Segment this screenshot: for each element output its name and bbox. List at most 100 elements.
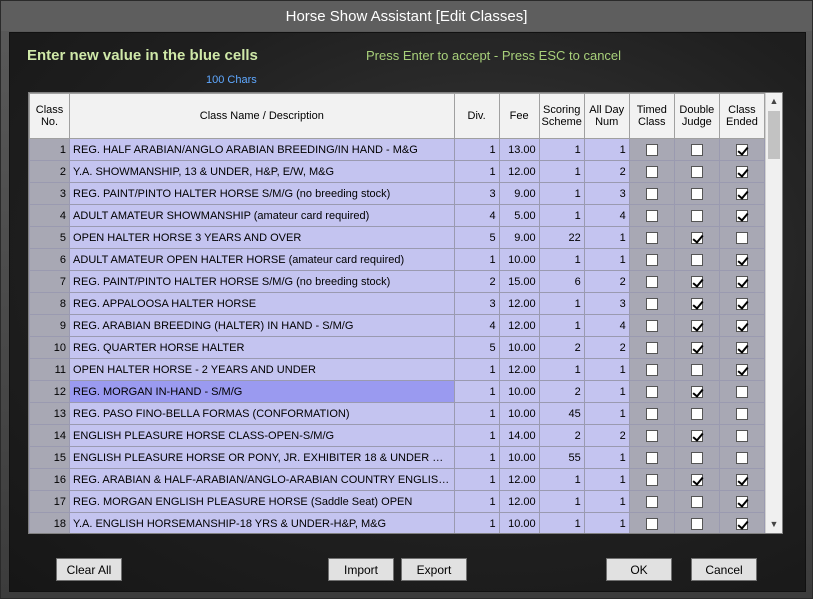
col-header-name[interactable]: Class Name / Description [69, 93, 455, 139]
fee-cell[interactable]: 10.00 [498, 402, 540, 425]
import-button[interactable]: Import [328, 558, 394, 581]
timed-checkbox[interactable] [645, 275, 658, 288]
timed-checkbox[interactable] [645, 231, 658, 244]
ended-checkbox[interactable] [735, 451, 748, 464]
all-day-cell[interactable]: 2 [583, 336, 630, 359]
chevron-down-icon[interactable]: ▼ [766, 516, 782, 533]
ended-checkbox[interactable] [735, 363, 748, 376]
double-checkbox[interactable] [690, 275, 703, 288]
class-name-cell[interactable]: ENGLISH PLEASURE HORSE CLASS-OPEN-S/M/G [69, 424, 455, 447]
class-name-cell[interactable]: REG. ARABIAN & HALF-ARABIAN/ANGLO-ARABIA… [69, 468, 455, 491]
class-name-cell[interactable]: ENGLISH PLEASURE HORSE OR PONY, JR. EXHI… [69, 446, 455, 469]
div-cell[interactable]: 2 [453, 270, 500, 293]
table-row[interactable]: 10 REG. QUARTER HORSE HALTER 5 10.00 2 2 [29, 336, 766, 359]
double-checkbox[interactable] [690, 517, 703, 530]
div-cell[interactable]: 3 [453, 182, 500, 205]
col-header-ended[interactable]: Class Ended [718, 93, 766, 139]
div-cell[interactable]: 1 [453, 468, 500, 491]
double-checkbox[interactable] [690, 187, 703, 200]
ended-checkbox[interactable] [735, 275, 748, 288]
fee-cell[interactable]: 12.00 [498, 160, 540, 183]
col-header-all-day[interactable]: All Day Num [583, 93, 630, 139]
timed-checkbox[interactable] [645, 385, 658, 398]
table-row[interactable]: 7 REG. PAINT/PINTO HALTER HORSE S/M/G (no… [29, 270, 766, 293]
fee-cell[interactable]: 13.00 [498, 138, 540, 161]
class-name-cell[interactable]: REG. APPALOOSA HALTER HORSE [69, 292, 455, 315]
ended-checkbox[interactable] [735, 319, 748, 332]
ended-checkbox[interactable] [735, 231, 748, 244]
table-row[interactable]: 15 ENGLISH PLEASURE HORSE OR PONY, JR. EX… [29, 446, 766, 469]
scoring-cell[interactable]: 1 [538, 512, 585, 533]
all-day-cell[interactable]: 2 [583, 270, 630, 293]
scoring-cell[interactable]: 1 [538, 204, 585, 227]
fee-cell[interactable]: 10.00 [498, 336, 540, 359]
table-row[interactable]: 14 ENGLISH PLEASURE HORSE CLASS-OPEN-S/M/… [29, 424, 766, 447]
class-name-cell[interactable]: REG. PAINT/PINTO HALTER HORSE S/M/G (no … [69, 270, 455, 293]
table-row[interactable]: 11 OPEN HALTER HORSE - 2 YEARS AND UNDER 1… [29, 358, 766, 381]
fee-cell[interactable]: 10.00 [498, 446, 540, 469]
table-row[interactable]: 4 ADULT AMATEUR SHOWMANSHIP (amateur card… [29, 204, 766, 227]
all-day-cell[interactable]: 1 [583, 226, 630, 249]
table-row[interactable]: 2 Y.A. SHOWMANSHIP, 13 & UNDER, H&P, E/W,… [29, 160, 766, 183]
fee-cell[interactable]: 12.00 [498, 490, 540, 513]
all-day-cell[interactable]: 2 [583, 160, 630, 183]
timed-checkbox[interactable] [645, 297, 658, 310]
scoring-cell[interactable]: 1 [538, 248, 585, 271]
all-day-cell[interactable]: 1 [583, 402, 630, 425]
all-day-cell[interactable]: 2 [583, 424, 630, 447]
scoring-cell[interactable]: 1 [538, 160, 585, 183]
scoring-cell[interactable]: 1 [538, 182, 585, 205]
class-name-cell[interactable]: ADULT AMATEUR OPEN HALTER HORSE (amateur… [69, 248, 455, 271]
cancel-button[interactable]: Cancel [691, 558, 757, 581]
timed-checkbox[interactable] [645, 429, 658, 442]
div-cell[interactable]: 1 [453, 358, 500, 381]
all-day-cell[interactable]: 3 [583, 292, 630, 315]
scoring-cell[interactable]: 45 [538, 402, 585, 425]
double-checkbox[interactable] [690, 495, 703, 508]
class-name-cell[interactable]: Y.A. ENGLISH HORSEMANSHIP-18 YRS & UNDER… [69, 512, 455, 533]
col-header-scoring[interactable]: Scoring Scheme [538, 93, 585, 139]
timed-checkbox[interactable] [645, 407, 658, 420]
col-header-timed[interactable]: Timed Class [628, 93, 675, 139]
ended-checkbox[interactable] [735, 165, 748, 178]
fee-cell[interactable]: 12.00 [498, 468, 540, 491]
double-checkbox[interactable] [690, 319, 703, 332]
fee-cell[interactable]: 12.00 [498, 358, 540, 381]
timed-checkbox[interactable] [645, 319, 658, 332]
double-checkbox[interactable] [690, 407, 703, 420]
clear-all-button[interactable]: Clear All [56, 558, 122, 581]
double-checkbox[interactable] [690, 165, 703, 178]
ended-checkbox[interactable] [735, 143, 748, 156]
col-header-class-no[interactable]: Class No. [29, 93, 71, 139]
scoring-cell[interactable]: 2 [538, 424, 585, 447]
ended-checkbox[interactable] [735, 253, 748, 266]
scoring-cell[interactable]: 22 [538, 226, 585, 249]
div-cell[interactable]: 1 [453, 446, 500, 469]
fee-cell[interactable]: 10.00 [498, 512, 540, 533]
fee-cell[interactable]: 12.00 [498, 292, 540, 315]
div-cell[interactable]: 4 [453, 204, 500, 227]
timed-checkbox[interactable] [645, 143, 658, 156]
all-day-cell[interactable]: 4 [583, 314, 630, 337]
all-day-cell[interactable]: 1 [583, 512, 630, 533]
double-checkbox[interactable] [690, 297, 703, 310]
timed-checkbox[interactable] [645, 187, 658, 200]
div-cell[interactable]: 1 [453, 424, 500, 447]
scoring-cell[interactable]: 1 [538, 314, 585, 337]
all-day-cell[interactable]: 1 [583, 490, 630, 513]
timed-checkbox[interactable] [645, 451, 658, 464]
table-row[interactable]: 6 ADULT AMATEUR OPEN HALTER HORSE (amateu… [29, 248, 766, 271]
table-row[interactable]: 18 Y.A. ENGLISH HORSEMANSHIP-18 YRS & UND… [29, 512, 766, 533]
ended-checkbox[interactable] [735, 209, 748, 222]
classes-grid[interactable]: Class No. Class Name / Description Div. … [28, 92, 783, 534]
col-header-fee[interactable]: Fee [498, 93, 540, 139]
double-checkbox[interactable] [690, 363, 703, 376]
class-name-cell[interactable]: REG. PAINT/PINTO HALTER HORSE S/M/G (no … [69, 182, 455, 205]
timed-checkbox[interactable] [645, 473, 658, 486]
vertical-scrollbar[interactable]: ▲ ▼ [765, 93, 782, 533]
fee-cell[interactable]: 10.00 [498, 248, 540, 271]
class-name-cell[interactable]: OPEN HALTER HORSE 3 YEARS AND OVER [69, 226, 455, 249]
scrollbar-thumb[interactable] [768, 111, 780, 159]
table-row[interactable]: 13 REG. PASO FINO-BELLA FORMAS (CONFORMAT… [29, 402, 766, 425]
double-checkbox[interactable] [690, 143, 703, 156]
